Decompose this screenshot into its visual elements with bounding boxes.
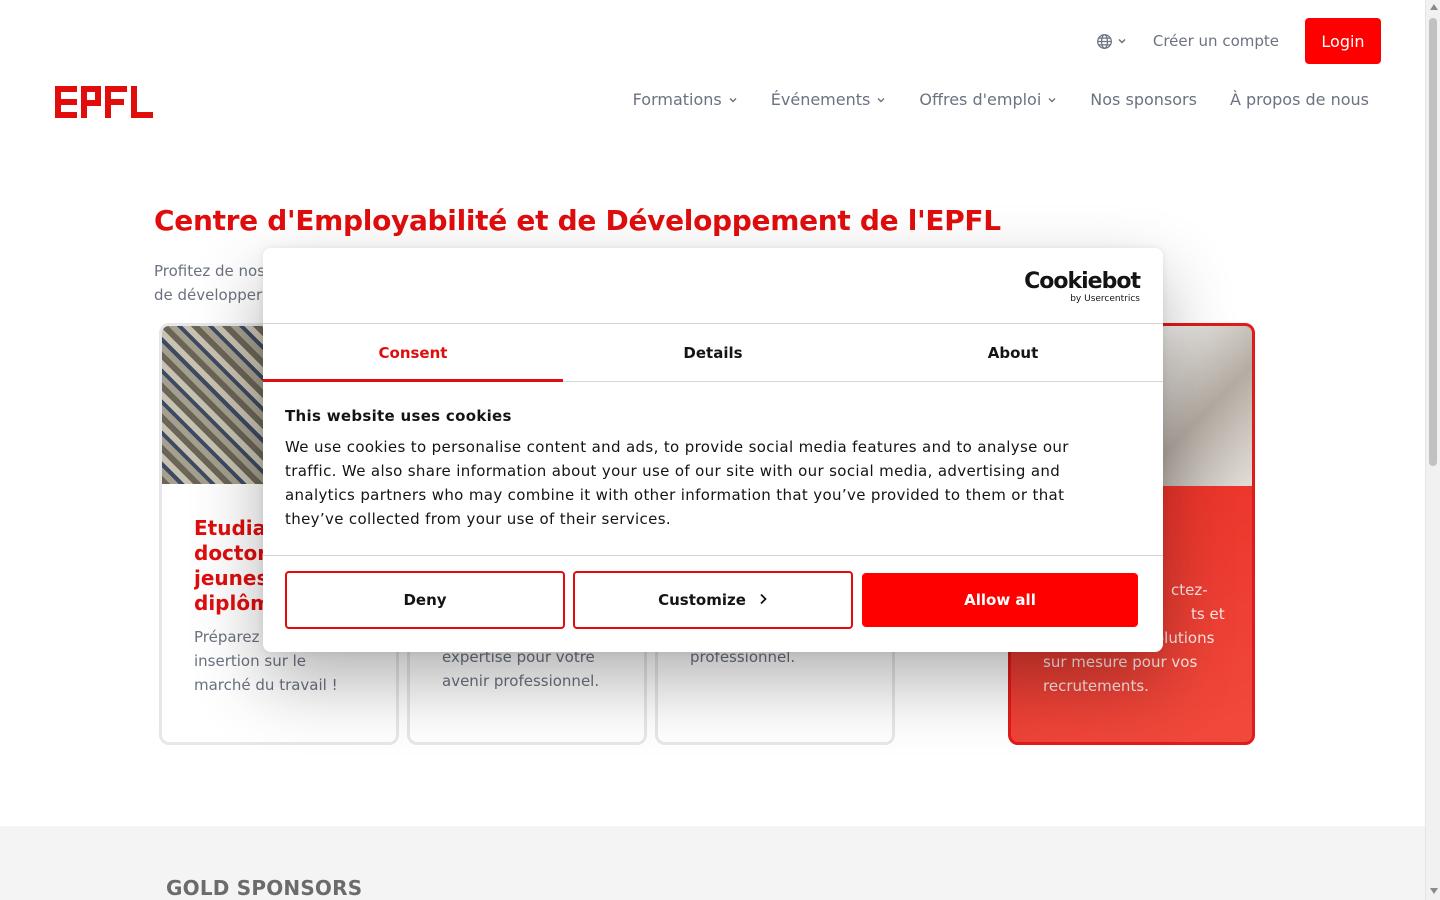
customize-button[interactable]: Customize: [573, 571, 853, 629]
deny-button[interactable]: Deny: [285, 571, 565, 629]
card-title: Etudiar doctora jeunes diplôm: [194, 516, 274, 616]
page-scrollbar[interactable]: [1425, 0, 1440, 900]
nav-label: Formations: [632, 90, 722, 109]
nav-label: Événements: [770, 90, 871, 109]
chevron-down-icon: [1117, 36, 1127, 46]
card-title-line: diplôm: [194, 591, 271, 615]
allow-all-button[interactable]: Allow all: [862, 573, 1138, 627]
card-text-line: marché du travail !: [194, 676, 338, 694]
tab-consent[interactable]: Consent: [263, 324, 563, 382]
nav-evenements[interactable]: Événements: [771, 90, 887, 109]
allow-all-label: Allow all: [964, 591, 1036, 609]
cookiebot-logo[interactable]: Cookiebot by Usercentrics: [1024, 269, 1141, 305]
main-navigation: Formations Événements Offres d'emploi No…: [633, 90, 1369, 109]
cookie-dialog-header: Cookiebot by Usercentrics: [263, 248, 1163, 324]
card-text-line: avenir professionnel.: [442, 672, 600, 690]
epfl-logo[interactable]: [55, 86, 153, 118]
chevron-down-icon: [876, 90, 886, 109]
nav-label: À propos de nous: [1229, 90, 1369, 109]
card-text: expertise pour votre avenir professionne…: [442, 645, 599, 693]
top-bar: Créer un compte Login: [1096, 18, 1381, 64]
customize-label: Customize: [658, 591, 746, 609]
card-title-line: doctora: [194, 541, 274, 565]
nav-a-propos[interactable]: À propos de nous: [1230, 90, 1369, 109]
language-selector[interactable]: [1096, 33, 1127, 50]
scrollbar-thumb[interactable]: [1429, 18, 1437, 466]
nav-formations[interactable]: Formations: [633, 90, 738, 109]
cookie-tabs: Consent Details About: [263, 324, 1163, 382]
card-text-line: sur mesure pour vos: [1043, 653, 1198, 671]
create-account-link[interactable]: Créer un compte: [1153, 32, 1279, 50]
login-button[interactable]: Login: [1305, 18, 1381, 64]
nav-label: Nos sponsors: [1090, 90, 1197, 109]
card-text-line: insertion sur le: [194, 652, 307, 670]
nav-label: Offres d'emploi: [919, 90, 1042, 109]
chevron-right-icon: [758, 591, 768, 609]
globe-icon: [1096, 33, 1113, 50]
tab-details[interactable]: Details: [563, 324, 863, 381]
cookie-dialog-title: This website uses cookies: [285, 407, 512, 425]
chevron-down-icon: [1047, 90, 1057, 109]
tab-about[interactable]: About: [863, 324, 1163, 381]
divider: [263, 555, 1163, 556]
cookiebot-brand-sub: by Usercentrics: [1070, 294, 1140, 304]
card-title-line: jeunes: [194, 566, 269, 590]
card-title-line: Etudiar: [194, 516, 274, 540]
deny-label: Deny: [403, 591, 447, 609]
nav-offres-emploi[interactable]: Offres d'emploi: [919, 90, 1057, 109]
cookie-consent-dialog: Cookiebot by Usercentrics Consent Detail…: [263, 248, 1163, 652]
page-title: Centre d'Employabilité et de Développeme…: [154, 204, 1001, 237]
scroll-up-arrow-icon[interactable]: [1430, 4, 1438, 10]
sponsors-title: GOLD SPONSORS: [166, 876, 363, 900]
cookiebot-brand: Cookiebot: [1024, 269, 1141, 294]
scroll-down-arrow-icon[interactable]: [1430, 888, 1438, 894]
card-text-line: recrutements.: [1043, 677, 1149, 695]
nav-sponsors[interactable]: Nos sponsors: [1090, 90, 1197, 109]
sponsors-section: GOLD SPONSORS: [0, 826, 1425, 900]
chevron-down-icon: [728, 90, 738, 109]
cookie-dialog-body: We use cookies to personalise content an…: [285, 438, 1069, 528]
